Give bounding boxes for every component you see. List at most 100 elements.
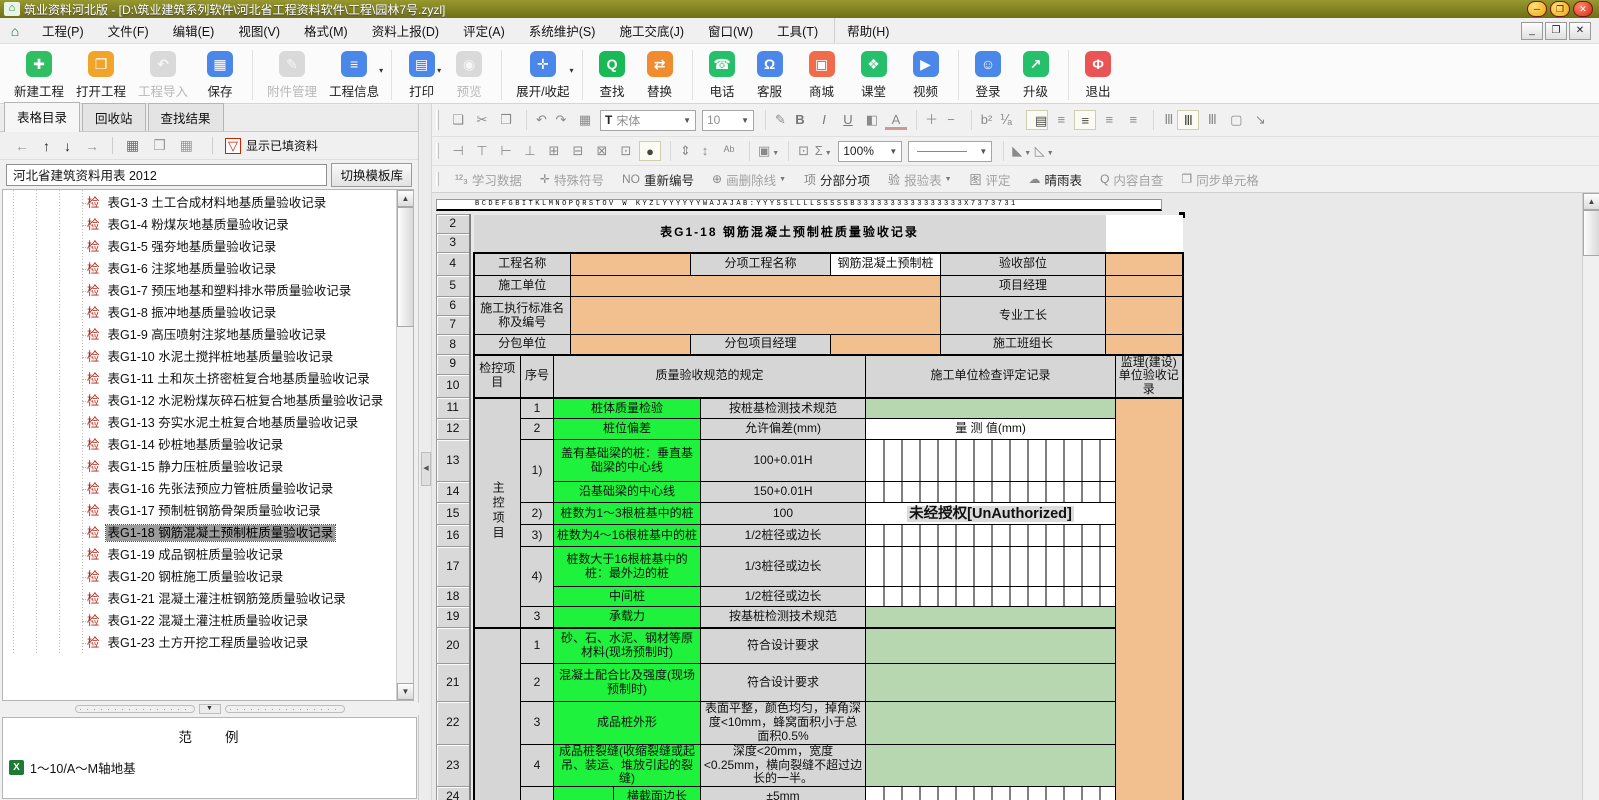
cell-item[interactable]: 中间桩 [553,586,701,608]
cell-item[interactable]: 盖有基础梁的桩：垂直基础梁的中心线 [553,439,701,483]
header-check-record[interactable]: 施工单位检查评定记录 [864,353,1117,399]
cell-seq[interactable]: 2) [520,502,554,526]
diagonal-line-icon[interactable]: ◣ ▼ [1003,141,1031,161]
sheet-tool-icon[interactable]: ⊞ [543,141,565,161]
cell-result[interactable] [864,627,1117,665]
toolbar-button[interactable]: Φ 退出 [1067,50,1120,100]
tree-item[interactable]: 检表G1-13 夯实水泥土桩复合地基质量验收记录 [3,412,413,434]
sheet-tool-icon[interactable]: ＋ [916,110,938,130]
template-library-select[interactable]: 河北省建筑资料用表 2012 [6,163,328,186]
header-control-item[interactable]: 检控项目 [472,353,521,399]
cell-part-label[interactable]: 验收部位 [939,251,1107,276]
tree-item[interactable]: 检表G1-18 钢筋混凝土预制桩质量验收记录 [3,522,413,544]
menu-item[interactable]: 编辑(E) [161,18,227,43]
sheet-tool-icon[interactable]: Ⅲ [1177,110,1200,130]
toolbar-grip[interactable] [436,110,439,130]
zoom-select[interactable]: 100% ▼ [838,140,903,162]
minimize-button[interactable]: ─ [1527,1,1547,17]
nav-arrow-icon[interactable]: → [78,138,106,154]
menu-item[interactable]: 视图(V) [226,18,292,43]
nav-arrow-icon[interactable]: ▦ [112,137,146,154]
toolbar-button[interactable]: ☎ 电话 [691,50,744,100]
row-number[interactable]: 21 [436,663,471,703]
sheet-tool-icon[interactable]: ▤ [1026,110,1049,130]
tree-item[interactable]: 检表G1-15 静力压桩质量验收记录 [3,456,413,478]
toolbar-button[interactable]: Q 查找 [581,50,634,100]
cell-measure-grid[interactable] [864,481,1117,504]
cell-spec[interactable]: 符合设计要求 [700,663,866,703]
row-number[interactable]: 19 [436,606,471,629]
font-family-select[interactable]: T 宋体 ▼ [600,109,696,131]
cell-spec[interactable]: 150+0.01H [700,481,866,504]
cell-seq[interactable]: 3) [520,524,554,548]
menu-item[interactable]: 格式(M) [292,18,360,43]
cell-result[interactable] [864,743,1117,788]
sheet-tool-icon[interactable]: ❒ [495,110,517,130]
sheet-tool-icon[interactable]: U [837,110,859,130]
cell-construction-unit-input[interactable] [570,275,941,297]
sheet-tool-icon[interactable]: ⊣ [447,141,469,161]
cell-item[interactable]: 桩位偏差 [553,418,701,441]
cell-spec[interactable]: 按基桩检测技术规范 [700,606,866,629]
sheet-tool-icon[interactable]: ⊡ [615,141,637,161]
toolbar-button[interactable]: ≡ 工程信息 ▾ [323,50,385,100]
sheet-tool-icon[interactable]: B [789,110,811,130]
sheet-tool-icon[interactable]: ⊡ [788,141,810,161]
tree-item[interactable]: 检表G1-4 粉煤灰地基质量验收记录 [3,214,413,236]
cell-measure-grid[interactable] [864,546,1117,588]
scroll-up-icon[interactable]: ▲ [397,190,413,207]
tree-scrollbar[interactable]: ▲ ▼ [396,190,413,700]
cell-subcontractor-input[interactable] [570,334,691,356]
cell-foreman-label[interactable]: 专业工长 [939,296,1107,335]
row-number[interactable]: 9 [436,354,471,375]
chevron-down-icon[interactable]: ▾ [437,66,441,75]
sheet-tool-icon[interactable]: ◧ [861,110,883,130]
row-number[interactable]: 7 [436,315,471,335]
sheet-tool-icon[interactable]: Σ ▼ [812,141,834,161]
menu-item[interactable]: 帮助(H) [834,18,901,43]
restore-button[interactable]: ❐ [1550,1,1570,17]
sheet-tool-icon[interactable]: Ⅲ [1153,110,1175,130]
header-seq[interactable]: 序号 [520,353,554,399]
tree-item[interactable]: 检表G1-22 混凝土灌注桩质量验收记录 [3,610,413,632]
menu-item[interactable]: 窗口(W) [696,18,765,43]
cell-section-general[interactable] [472,627,521,800]
cell-spec[interactable]: 1/2桩径或边长 [700,586,866,608]
toolbar-button[interactable]: ▶ 视频 [900,50,952,100]
cell-seq[interactable]: 1 [520,397,554,420]
cell-item[interactable]: 砂、石、水泥、钢材等原材料(现场预制时) [553,627,701,665]
cell-team-leader-input[interactable] [1105,334,1184,356]
cell-seq[interactable]: 2 [520,663,554,703]
sheet-tool-icon[interactable]: ↘ [1249,110,1271,130]
sidebar-tab[interactable]: 查找结果 [147,103,224,131]
cell-project-label[interactable]: 工程名称 [472,251,571,276]
scroll-up-icon[interactable]: ▲ [1583,193,1599,210]
sidebar-tab[interactable]: 表格目录 [4,102,81,132]
line-style-select[interactable]: ▼ [908,140,993,162]
data-tool-button[interactable]: 验 报验表 ▼ [888,170,951,189]
cell-part-input[interactable] [1105,251,1184,276]
sheet-tool-icon[interactable]: ≡ [1074,110,1097,130]
sheet-tool-icon[interactable]: − [940,110,962,130]
cell-subproject-value[interactable]: 钢筋混凝土预制桩 [830,251,941,276]
toolbar-grip[interactable] [436,143,439,159]
cell-spec[interactable]: 100+0.01H [700,439,866,483]
row-number[interactable]: 16 [436,524,471,548]
form-title[interactable]: 表G1-18 钢筋混凝土预制桩质量验收记录 [473,214,1106,253]
menu-item[interactable]: 工程(P) [30,18,96,43]
toolbar-button[interactable]: ▦ 保存 [194,50,246,100]
sheet-tool-icon[interactable]: ⊠ [591,141,613,161]
cell-subcontractor-label[interactable]: 分包单位 [472,334,571,356]
row-number[interactable]: 22 [436,701,471,745]
cell-item[interactable]: 桩数大于16根桩基中的桩：最外边的桩 [553,546,701,588]
splitter-collapse-icon[interactable]: ▼ [198,704,221,714]
menu-item[interactable]: 工具(T) [765,18,830,43]
sheet-tool-icon[interactable]: Ⅲ [1201,110,1223,130]
close-button[interactable]: ✕ [1573,1,1593,17]
header-spec[interactable]: 质量验收规范的规定 [553,353,866,399]
cell-sub-manager-label[interactable]: 分包项目经理 [690,334,831,356]
chevron-down-icon[interactable]: ▼ [881,147,897,156]
chevron-down-icon[interactable]: ▼ [1047,150,1054,157]
sheet-tool-icon[interactable]: b² [971,110,993,130]
cell-spec[interactable]: ±5mm [700,786,866,800]
